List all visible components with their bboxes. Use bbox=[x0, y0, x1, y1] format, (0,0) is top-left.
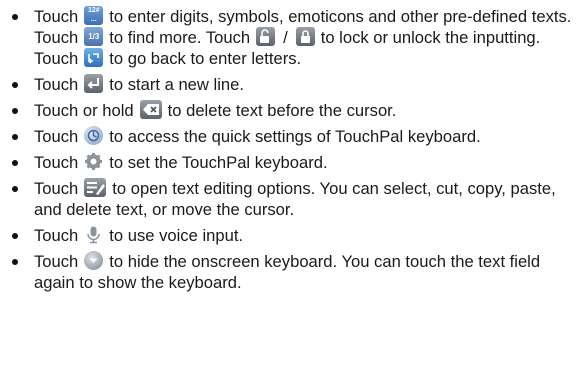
hide-keyboard-icon bbox=[84, 251, 104, 270]
number-symbol-key-icon: 12#... bbox=[84, 6, 104, 25]
quick-settings-icon bbox=[84, 126, 104, 145]
item-text: to delete text before the cursor. bbox=[167, 101, 397, 120]
list-item-delete: Touch or hold to delete text before the c… bbox=[12, 100, 572, 121]
list-item-new-line: Touch to start a new line. bbox=[12, 74, 572, 95]
back-to-letters-icon bbox=[84, 48, 104, 67]
slash-separator: / bbox=[283, 28, 288, 47]
list-item-text-editing: Touch to open text editing options. You c… bbox=[12, 178, 572, 220]
list-item-voice: Touch to use voice input. bbox=[12, 225, 572, 246]
item-text: Touch bbox=[34, 252, 79, 271]
item-text: Touch bbox=[34, 75, 79, 94]
item-text: Touch bbox=[34, 153, 79, 172]
item-text: to set the TouchPal keyboard. bbox=[109, 153, 328, 172]
item-text: Touch bbox=[34, 7, 79, 26]
item-text: Touch bbox=[34, 179, 79, 198]
icon-label: 12# bbox=[87, 7, 100, 14]
item-text: to hide the onscreen keyboard. You can t… bbox=[34, 252, 541, 292]
text-edit-icon bbox=[84, 178, 107, 197]
page-indicator-icon: 1/3 bbox=[84, 27, 104, 46]
instruction-list: Touch 12#... to enter digits, symbols, emo… bbox=[0, 0, 582, 293]
item-text: Touch or hold bbox=[34, 101, 134, 120]
list-item-quick-settings: Touch to access the quick settings of Tou… bbox=[12, 126, 572, 147]
list-item-settings: Touch to set the TouchPal keyboard. bbox=[12, 152, 572, 173]
item-text: to open text editing options. You can se… bbox=[34, 179, 556, 219]
item-text: to go back to enter letters. bbox=[109, 49, 302, 68]
unlock-icon bbox=[256, 27, 276, 46]
microphone-icon bbox=[84, 225, 103, 244]
item-text: to use voice input. bbox=[109, 226, 244, 245]
item-text: to find more. Touch bbox=[109, 28, 251, 47]
list-item-hide-keyboard: Touch to hide the onscreen keyboard. You … bbox=[12, 251, 572, 293]
list-item-symbols: Touch 12#... to enter digits, symbols, emo… bbox=[12, 6, 572, 69]
item-text: Touch bbox=[34, 226, 79, 245]
lock-icon bbox=[295, 27, 315, 46]
item-text: to start a new line. bbox=[109, 75, 244, 94]
item-text: to access the quick settings of TouchPal… bbox=[109, 127, 481, 146]
settings-gear-icon bbox=[84, 152, 103, 171]
enter-key-icon bbox=[84, 74, 104, 93]
item-text: Touch bbox=[34, 127, 79, 146]
delete-key-icon bbox=[139, 100, 162, 119]
